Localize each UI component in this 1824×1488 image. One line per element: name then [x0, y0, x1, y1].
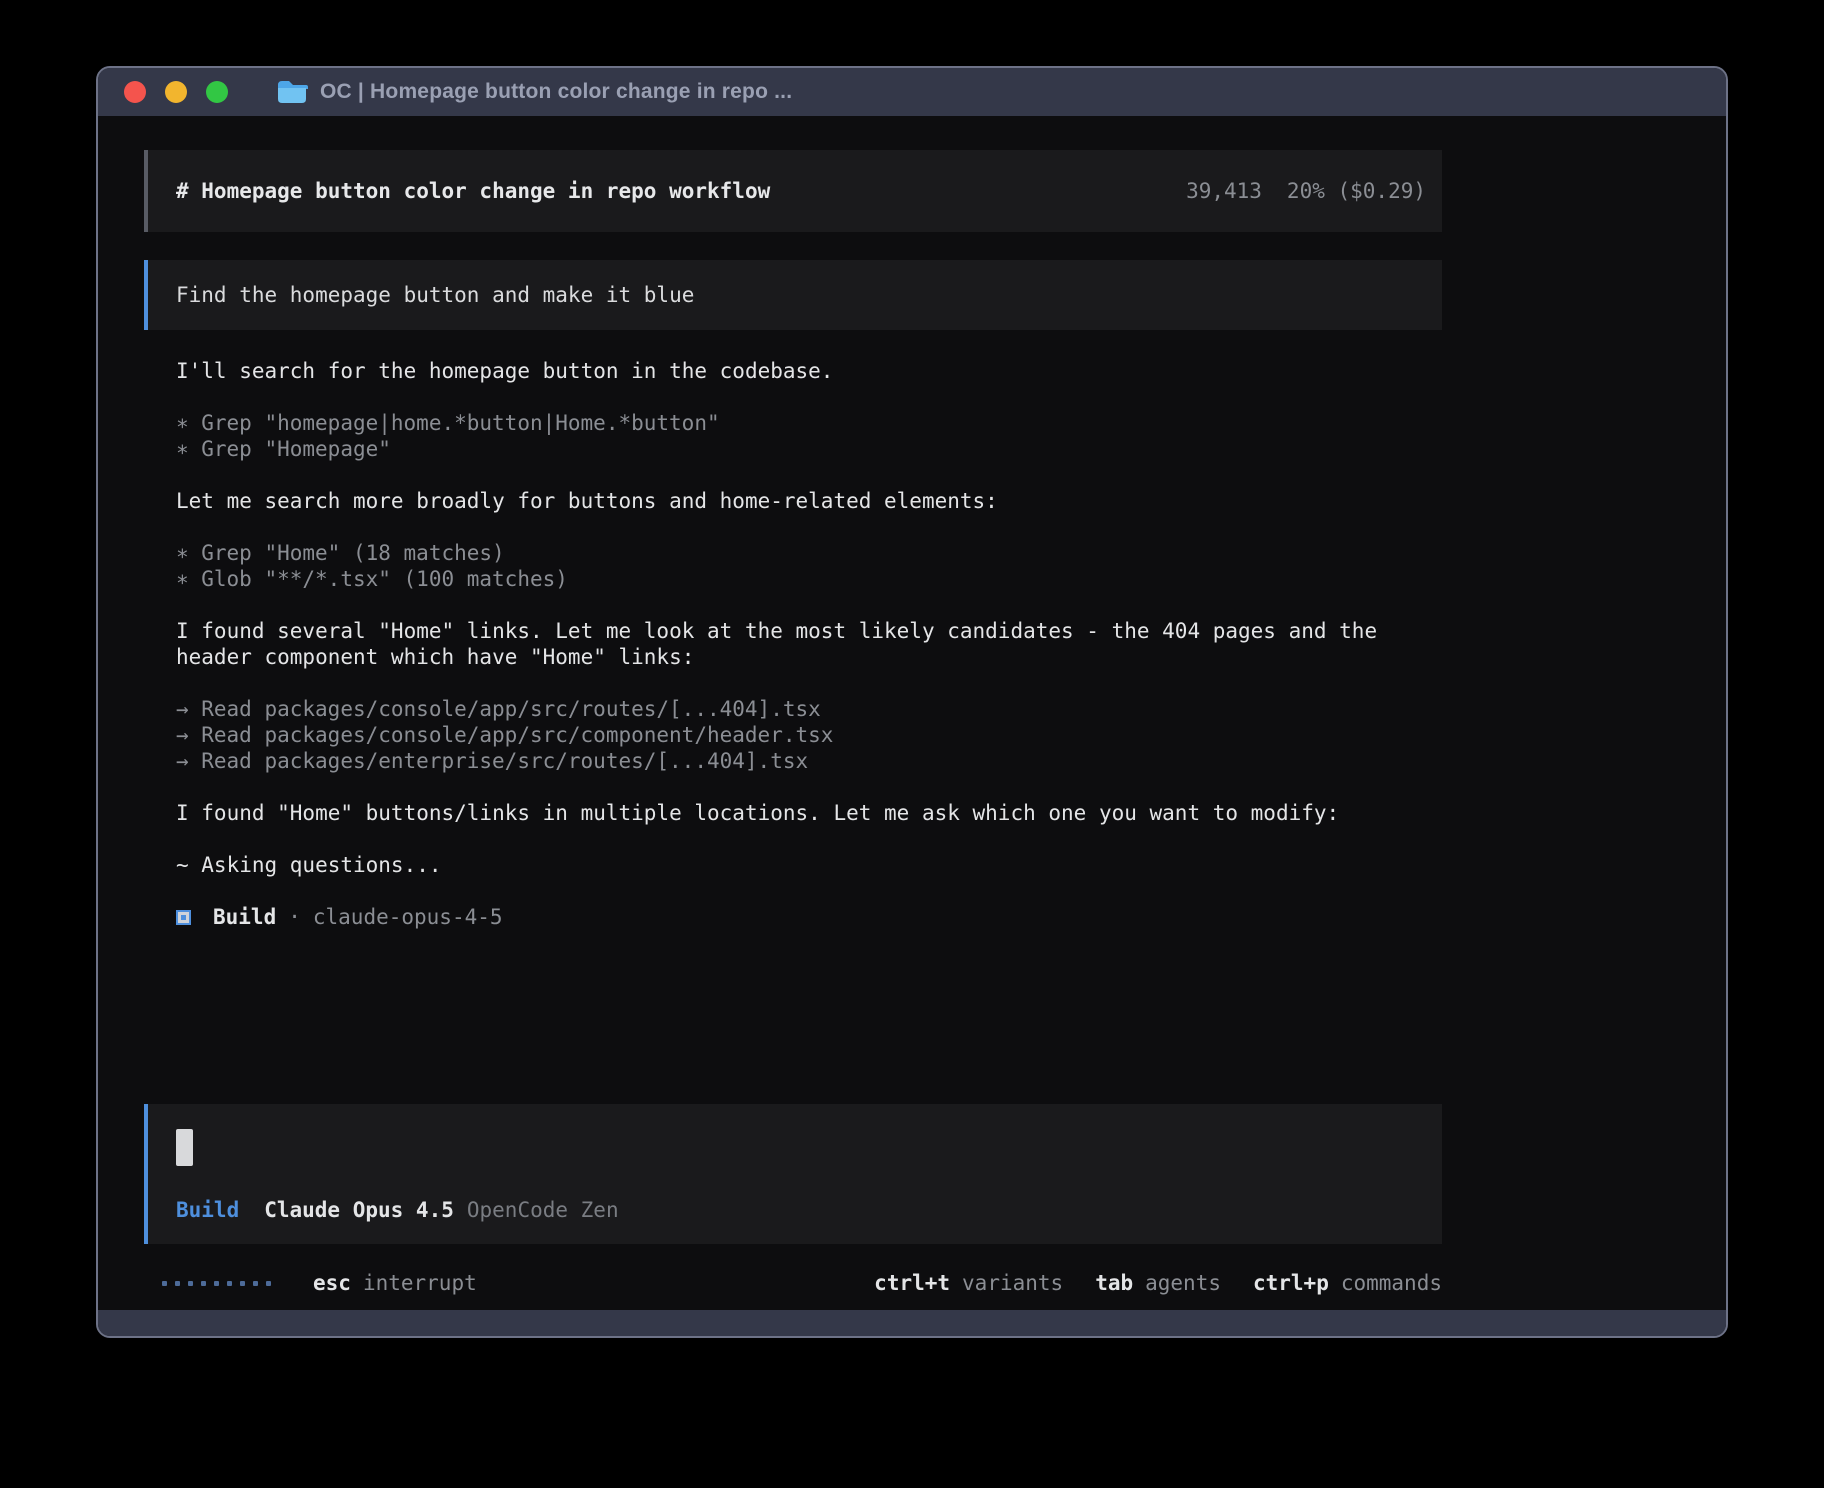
window-title: OC | Homepage button color change in rep… — [320, 80, 792, 104]
tool-bullet-icon: ∗ — [176, 436, 189, 462]
tool-call-label: Read packages/console/app/src/component/… — [201, 723, 833, 747]
minimize-button[interactable] — [165, 81, 187, 103]
tool-call-read: → Read packages/console/app/src/component… — [176, 722, 1442, 748]
commands-hint: ctrl+p commands — [1253, 1271, 1442, 1295]
token-count: 39,413 — [1186, 179, 1262, 203]
tool-arrow-icon: → — [176, 722, 189, 748]
tool-call-read: → Read packages/enterprise/src/routes/[..… — [176, 748, 1442, 774]
traffic-lights — [124, 81, 228, 103]
assistant-text: I found "Home" buttons/links in multiple… — [176, 800, 1442, 826]
window-bottom-frame — [98, 1310, 1726, 1336]
assistant-text: header component which have "Home" links… — [176, 644, 1442, 670]
input-meta-row: Build Claude Opus 4.5 OpenCode Zen — [176, 1198, 1414, 1222]
text-cursor-block — [176, 1129, 193, 1166]
prompt-input[interactable]: Build Claude Opus 4.5 OpenCode Zen — [144, 1104, 1442, 1244]
tool-call-label: Glob "**/*.tsx" (100 matches) — [201, 567, 568, 591]
maximize-button[interactable] — [206, 81, 228, 103]
tool-bullet-icon: ∗ — [176, 566, 189, 592]
assistant-text: I found several "Home" links. Let me loo… — [176, 618, 1442, 644]
tool-call-glob: ∗ Glob "**/*.tsx" (100 matches) — [176, 566, 1442, 592]
assistant-paragraph: Let me search more broadly for buttons a… — [176, 488, 1442, 514]
agent-name: Build — [213, 904, 276, 930]
session-header: # Homepage button color change in repo w… — [144, 150, 1442, 232]
esc-key-hint: esc — [313, 1271, 351, 1295]
input-agent-label[interactable]: Build — [176, 1198, 239, 1222]
agent-build-icon — [176, 910, 191, 925]
tool-bullet-icon: ∗ — [176, 540, 189, 566]
tool-call-group: ∗ Grep "homepage|home.*button|Home.*butto… — [176, 410, 1442, 462]
session-stats: 39,413 20% ($0.29) — [1186, 179, 1426, 203]
assistant-status: ~ Asking questions... — [176, 852, 1442, 878]
conversation: I'll search for the homepage button in t… — [144, 358, 1442, 930]
status-right: ctrl+t variants tab agents ctrl+p comman… — [874, 1271, 1442, 1295]
agent-status-row: Build · claude-opus-4-5 — [176, 904, 1442, 930]
user-message: Find the homepage button and make it blu… — [144, 260, 1442, 330]
assistant-paragraph: I found "Home" buttons/links in multiple… — [176, 800, 1442, 826]
ctrl-p-key-hint: ctrl+p — [1253, 1271, 1329, 1295]
agents-hint-label: agents — [1145, 1271, 1221, 1295]
user-message-text: Find the homepage button and make it blu… — [176, 283, 694, 307]
terminal-content: # Homepage button color change in repo w… — [98, 116, 1726, 1310]
spinner-dots-icon — [162, 1281, 271, 1286]
commands-hint-label: commands — [1341, 1271, 1442, 1295]
folder-icon — [276, 79, 308, 105]
tool-call-grep: ∗ Grep "homepage|home.*button|Home.*butto… — [176, 410, 1442, 436]
context-usage: 20% ($0.29) — [1287, 179, 1426, 203]
ctrl-t-key-hint: ctrl+t — [874, 1271, 950, 1295]
tool-call-label: Grep "Homepage" — [201, 437, 391, 461]
tool-bullet-icon: ∗ — [176, 410, 189, 436]
tab-key-hint: tab — [1095, 1271, 1133, 1295]
tool-call-group: → Read packages/console/app/src/routes/[.… — [176, 696, 1442, 774]
tool-call-label: Grep "homepage|home.*button|Home.*button… — [201, 411, 719, 435]
tool-call-label: Read packages/console/app/src/routes/[..… — [201, 697, 821, 721]
terminal-window: OC | Homepage button color change in rep… — [96, 66, 1728, 1338]
tool-call-grep: ∗ Grep "Home" (18 matches) — [176, 540, 1442, 566]
tool-call-label: Read packages/enterprise/src/routes/[...… — [201, 749, 808, 773]
tool-call-group: ∗ Grep "Home" (18 matches) ∗ Glob "**/*.ts… — [176, 540, 1442, 592]
agents-hint: tab agents — [1095, 1271, 1221, 1295]
close-button[interactable] — [124, 81, 146, 103]
agent-model: claude-opus-4-5 — [313, 904, 503, 930]
tool-call-read: → Read packages/console/app/src/routes/[.… — [176, 696, 1442, 722]
assistant-paragraph: I found several "Home" links. Let me loo… — [176, 618, 1442, 670]
window-titlebar[interactable]: OC | Homepage button color change in rep… — [98, 68, 1726, 116]
separator-dot: · — [288, 904, 301, 930]
session-title: # Homepage button color change in repo w… — [176, 179, 770, 203]
interrupt-hint-label: interrupt — [363, 1271, 477, 1295]
input-provider-label: OpenCode Zen — [467, 1198, 619, 1222]
asking-questions-status: ~ Asking questions... — [176, 852, 1442, 878]
status-bar: esc interrupt ctrl+t variants tab agents… — [144, 1268, 1442, 1298]
tool-arrow-icon: → — [176, 696, 189, 722]
assistant-text: I'll search for the homepage button in t… — [176, 358, 1442, 384]
status-left: esc interrupt — [144, 1271, 477, 1295]
variants-hint-label: variants — [962, 1271, 1063, 1295]
assistant-text: Let me search more broadly for buttons a… — [176, 488, 1442, 514]
conversation-spacer — [144, 930, 1442, 1104]
tool-call-grep: ∗ Grep "Homepage" — [176, 436, 1442, 462]
tool-arrow-icon: → — [176, 748, 189, 774]
tool-call-label: Grep "Home" (18 matches) — [201, 541, 504, 565]
input-model-label[interactable]: Claude Opus 4.5 — [264, 1198, 454, 1222]
variants-hint: ctrl+t variants — [874, 1271, 1063, 1295]
assistant-paragraph: I'll search for the homepage button in t… — [176, 358, 1442, 384]
